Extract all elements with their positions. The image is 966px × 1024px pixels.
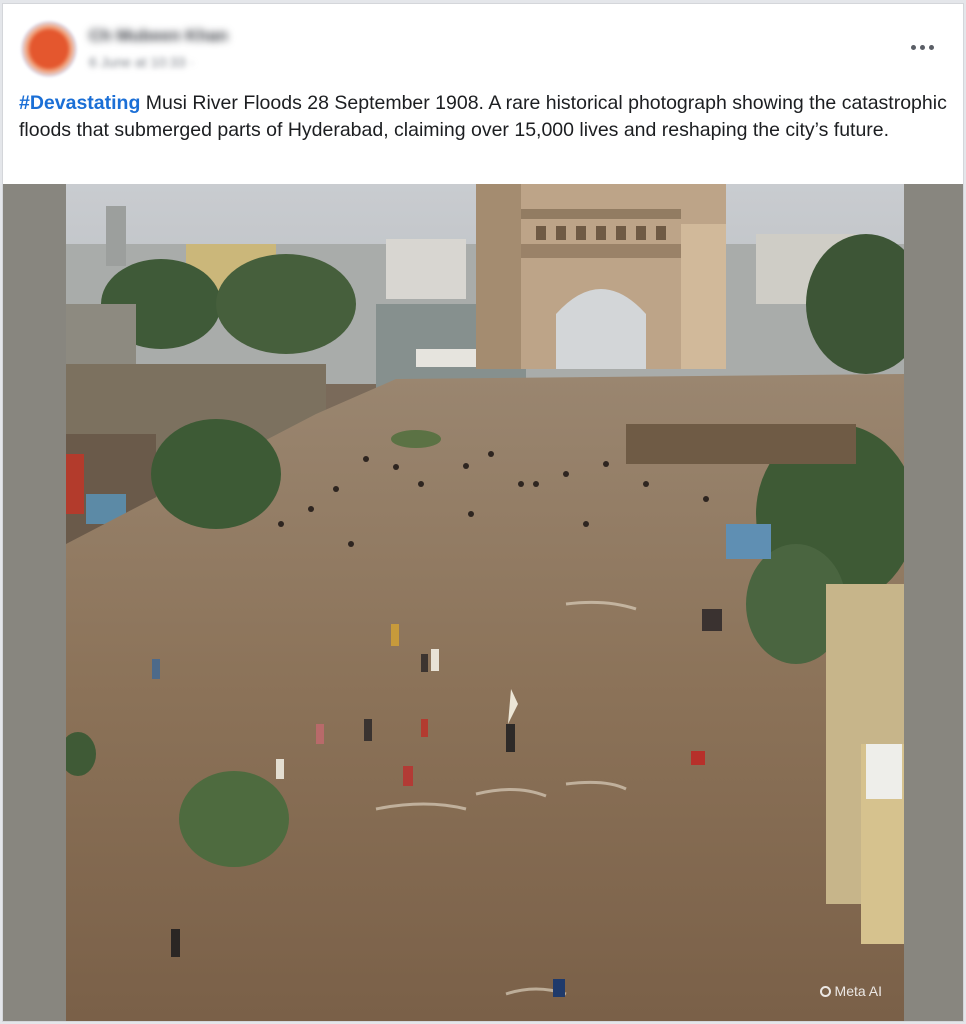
more-options-button[interactable] <box>907 37 937 57</box>
more-dot-icon <box>919 44 925 50</box>
flood-scene-illustration <box>66 184 904 1021</box>
more-dot-icon <box>910 44 916 50</box>
post-header: Ch Mubeen Khan 6 June at 10:33 · <box>3 4 963 88</box>
post-meta[interactable]: 6 June at 10:33 · <box>89 54 194 70</box>
post-card: Ch Mubeen Khan 6 June at 10:33 · #Devast… <box>2 3 964 1022</box>
meta-ai-ring-icon <box>819 985 831 997</box>
post-media[interactable]: Meta AI <box>3 184 963 1021</box>
flood-photo[interactable]: Meta AI <box>66 184 904 1021</box>
watermark-text: Meta AI <box>834 983 882 999</box>
author-avatar[interactable] <box>21 21 77 77</box>
meta-ai-watermark: Meta AI <box>819 983 882 999</box>
hashtag-link[interactable]: #Devastating <box>19 92 140 114</box>
caption-text: Musi River Floods 28 September 1908. A r… <box>19 92 947 141</box>
author-name[interactable]: Ch Mubeen Khan <box>89 26 228 46</box>
post-caption: #Devastating Musi River Floods 28 Septem… <box>19 90 949 144</box>
more-dot-icon <box>928 44 934 50</box>
